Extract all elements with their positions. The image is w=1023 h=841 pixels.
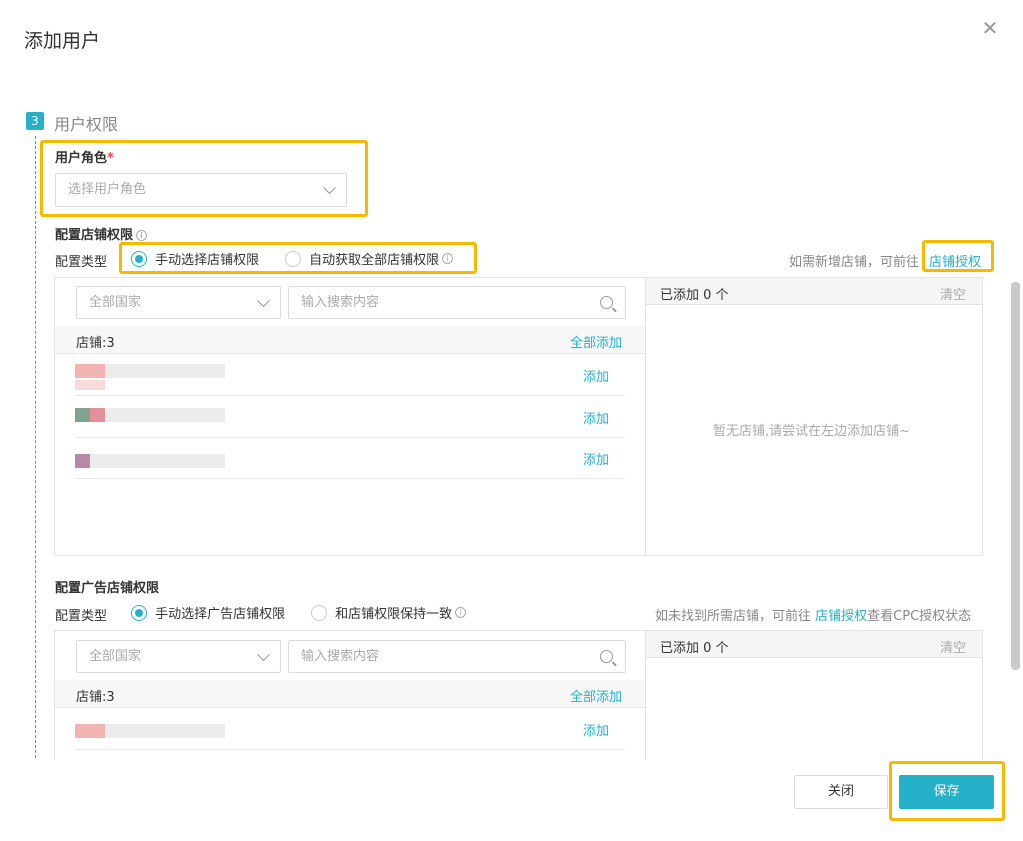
store-name-blurred [105, 724, 225, 738]
chevron-down-icon [257, 647, 270, 661]
list-item: 添加 [75, 708, 625, 750]
ad-store-auth-link[interactable]: 店铺授权 [815, 609, 867, 624]
info-icon: i [136, 230, 148, 241]
search-icon [600, 650, 613, 663]
added-count: 已添加 0 个 [660, 288, 729, 303]
store-avatar [75, 408, 90, 422]
store-name-blurred [105, 408, 225, 422]
role-label: 用户角色* [55, 147, 114, 166]
store-search-input[interactable]: 输入搜索内容 [288, 286, 626, 319]
radio-checked-icon[interactable] [131, 250, 147, 267]
store-perm-label-text: 配置店铺权限 [55, 228, 134, 243]
panel-divider [645, 277, 646, 556]
store-name-blurred [105, 364, 225, 378]
store-option-manual-label: 手动选择店铺权限 [155, 253, 260, 268]
scrollbar-thumb[interactable] [1011, 282, 1020, 670]
ad-option-same-label: 和店铺权限保持一致 [335, 607, 453, 622]
close-button[interactable]: 关闭 [794, 775, 888, 809]
store-add-button[interactable]: 添加 [583, 408, 609, 427]
store-perm-label: 配置店铺权限 i [55, 224, 148, 243]
info-icon: i [442, 253, 454, 264]
step-title: 用户权限 [54, 115, 119, 134]
store-avatar [90, 408, 105, 422]
store-count: 店铺:3 [76, 336, 115, 351]
chevron-down-icon [257, 293, 270, 307]
radio-unchecked-icon[interactable] [285, 250, 301, 267]
store-search-placeholder: 输入搜索内容 [301, 295, 380, 310]
store-avatar [75, 454, 90, 468]
role-select-placeholder: 选择用户角色 [68, 182, 147, 197]
ad-search-placeholder: 输入搜索内容 [301, 649, 380, 664]
list-item: 添加 [75, 438, 625, 479]
ad-hint: 如未找到所需店铺，可前往 店铺授权查看CPC授权状态 [655, 605, 971, 624]
store-auth-link[interactable]: 店铺授权 [929, 251, 981, 270]
store-name-blurred [90, 454, 225, 468]
search-icon [600, 296, 613, 309]
store-option-auto[interactable]: 自动获取全部店铺权限 i [285, 249, 454, 268]
ad-option-manual-label: 手动选择广告店铺权限 [155, 607, 286, 622]
store-add-button[interactable]: 添加 [583, 366, 609, 385]
clear-button[interactable]: 清空 [940, 284, 966, 303]
store-avatar [75, 364, 105, 378]
ad-add-all-button[interactable]: 全部添加 [570, 686, 622, 705]
store-country-select[interactable]: 全部国家 [76, 286, 281, 319]
store-add-button[interactable]: 添加 [583, 449, 609, 468]
ad-store-list-header [55, 680, 645, 708]
ad-search-input[interactable]: 输入搜索内容 [288, 640, 626, 673]
store-avatar-sub [75, 380, 105, 390]
step-number-badge: 3 [26, 112, 44, 130]
ad-hint-suffix: 查看CPC授权状态 [867, 609, 972, 624]
store-hint-text: 如需新增店铺，可前往 [789, 255, 920, 270]
info-icon: i [455, 607, 467, 618]
store-country-placeholder: 全部国家 [89, 295, 142, 310]
ad-added-count: 已添加 0 个 [660, 641, 729, 656]
list-item: 添加 [75, 396, 625, 438]
store-list-header [55, 326, 645, 354]
ad-config-type-label: 配置类型 [55, 609, 108, 624]
ad-option-same[interactable]: 和店铺权限保持一致 i [311, 603, 467, 622]
radio-checked-icon[interactable] [131, 604, 147, 621]
store-add-all-button[interactable]: 全部添加 [570, 332, 622, 351]
role-label-text: 用户角色 [55, 151, 108, 166]
ad-country-select[interactable]: 全部国家 [76, 640, 281, 673]
empty-state-text: 暂无店铺,请尝试在左边添加店铺~ [713, 424, 911, 439]
store-avatar [75, 724, 105, 738]
save-button[interactable]: 保存 [899, 775, 994, 809]
radio-unchecked-icon[interactable] [311, 604, 327, 621]
ad-hint-prefix: 如未找到所需店铺，可前往 [655, 609, 816, 624]
list-item: 添加 [75, 354, 625, 396]
step-connector-line [35, 136, 36, 758]
role-select[interactable]: 选择用户角色 [55, 173, 347, 207]
ad-country-placeholder: 全部国家 [89, 649, 142, 664]
store-option-auto-label: 自动获取全部店铺权限 [309, 253, 440, 268]
store-config-type-label: 配置类型 [55, 255, 108, 270]
store-option-manual[interactable]: 手动选择店铺权限 [131, 249, 259, 268]
ad-store-add-button[interactable]: 添加 [583, 720, 609, 739]
ad-perm-label: 配置广告店铺权限 [55, 581, 160, 596]
chevron-down-icon [323, 181, 336, 195]
ad-option-manual[interactable]: 手动选择广告店铺权限 [131, 603, 285, 622]
required-mark: * [107, 151, 114, 166]
dialog-title: 添加用户 [24, 30, 101, 52]
ad-store-count: 店铺:3 [76, 690, 115, 705]
ad-clear-button[interactable]: 清空 [940, 637, 966, 656]
close-icon[interactable]: ✕ [980, 18, 1000, 38]
